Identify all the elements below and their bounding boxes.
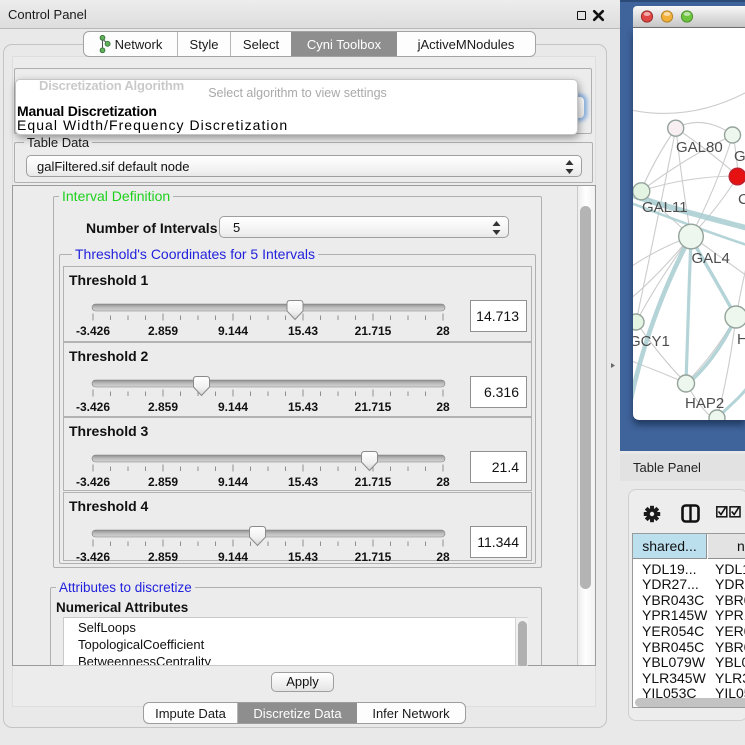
svg-text:GCY1: GCY1 bbox=[633, 333, 670, 350]
svg-text:C: C bbox=[738, 191, 745, 208]
svg-text:GAL80: GAL80 bbox=[676, 139, 723, 156]
svg-text:GAL: GAL bbox=[734, 148, 745, 165]
svg-text:H: H bbox=[737, 331, 745, 348]
svg-text:GAL11: GAL11 bbox=[642, 199, 688, 216]
svg-text:GAL4: GAL4 bbox=[692, 250, 730, 267]
svg-text:HAP2: HAP2 bbox=[685, 395, 724, 412]
